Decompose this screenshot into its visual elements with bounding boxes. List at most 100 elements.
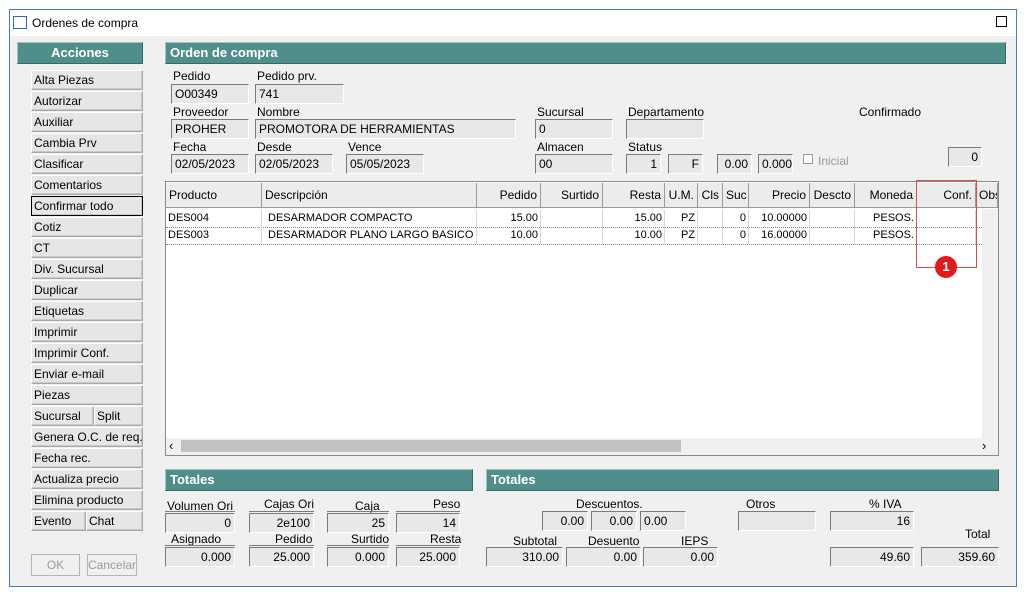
- desuento-field[interactable]: 0.00: [566, 547, 641, 567]
- column-header-um[interactable]: U.M.: [665, 183, 698, 208]
- cell-producto[interactable]: DES004: [166, 210, 262, 227]
- otros-field[interactable]: [738, 511, 816, 531]
- cell-suc[interactable]: 0: [723, 227, 749, 244]
- desde-field[interactable]: 02/05/2023: [255, 154, 333, 174]
- horizontal-scrollbar[interactable]: ‹ ›: [166, 438, 998, 455]
- status-number-field[interactable]: 1: [626, 154, 661, 174]
- scroll-thumb[interactable]: [181, 440, 681, 452]
- column-header-resta[interactable]: Resta: [603, 183, 665, 208]
- comentarios-button[interactable]: Comentarios: [31, 175, 143, 195]
- proveedor-field[interactable]: PROHER: [171, 119, 249, 139]
- cell-resta[interactable]: 15.00: [603, 210, 665, 227]
- cell-um[interactable]: PZ: [665, 210, 698, 227]
- peso-field[interactable]: 14: [396, 513, 460, 533]
- cell-precio[interactable]: 10.00000: [749, 210, 810, 227]
- chat-button[interactable]: Chat: [86, 511, 143, 531]
- column-header-cls[interactable]: Cls: [698, 183, 723, 208]
- fecha-field[interactable]: 02/05/2023: [171, 154, 249, 174]
- column-header-moneda[interactable]: Moneda: [855, 183, 917, 208]
- cell-surtido[interactable]: [541, 227, 603, 244]
- caja-field[interactable]: 25: [327, 513, 389, 533]
- pedido-field[interactable]: O00349: [171, 84, 249, 104]
- scroll-right-icon[interactable]: ›: [982, 438, 986, 453]
- cell-suc[interactable]: 0: [723, 210, 749, 227]
- value1-field[interactable]: 0.00: [717, 154, 752, 174]
- column-header-surtido[interactable]: Surtido: [541, 183, 603, 208]
- fecha-rec-button[interactable]: Fecha rec.: [31, 448, 143, 468]
- cell-descripcion[interactable]: DESARMADOR COMPACTO: [262, 210, 477, 227]
- cell-descto[interactable]: [810, 227, 855, 244]
- etiquetas-button[interactable]: Etiquetas: [31, 301, 143, 321]
- column-header-producto[interactable]: Producto: [166, 183, 262, 208]
- cell-resta[interactable]: 10.00: [603, 227, 665, 244]
- iva-amount-field[interactable]: 49.60: [830, 547, 914, 567]
- pedido-total-field[interactable]: 25.000: [249, 547, 314, 567]
- column-header-precio[interactable]: Precio: [749, 183, 810, 208]
- cambia-prv-button[interactable]: Cambia Prv: [31, 133, 143, 153]
- imprimir-conf-button[interactable]: Imprimir Conf.: [31, 343, 143, 363]
- cell-pedido[interactable]: 15.00: [477, 210, 541, 227]
- cell-cls[interactable]: [698, 210, 723, 227]
- cell-descripcion[interactable]: DESARMADOR PLANO LARGO BASICO: [262, 227, 477, 244]
- value2-field[interactable]: 0.000: [758, 154, 793, 174]
- total-field[interactable]: 359.60: [921, 547, 999, 567]
- vence-field[interactable]: 05/05/2023: [346, 154, 424, 174]
- status-code-field[interactable]: F: [668, 154, 703, 174]
- evento-button[interactable]: Evento: [31, 511, 86, 531]
- genera-oc-button[interactable]: Genera O.C. de req.: [31, 427, 143, 447]
- div-sucursal-button[interactable]: Div. Sucursal: [31, 259, 143, 279]
- vertical-scrollbar[interactable]: [982, 209, 998, 455]
- enviar-email-button[interactable]: Enviar e-mail: [31, 364, 143, 384]
- confirmar-todo-button[interactable]: Confirmar todo: [31, 196, 143, 216]
- cotiz-button[interactable]: Cotiz: [31, 217, 143, 237]
- volumen-field[interactable]: 0: [165, 513, 235, 533]
- autorizar-button[interactable]: Autorizar: [31, 91, 143, 111]
- actualiza-precio-button[interactable]: Actualiza precio: [31, 469, 143, 489]
- almacen-field[interactable]: 00: [535, 154, 613, 174]
- confirmado-counter-field[interactable]: 0: [948, 147, 982, 167]
- pedido-prv-field[interactable]: 741: [255, 84, 344, 104]
- inicial-checkbox[interactable]: [803, 154, 813, 164]
- sucursal-button[interactable]: Sucursal: [31, 406, 94, 426]
- cell-precio[interactable]: 16.00000: [749, 227, 810, 244]
- cell-cls[interactable]: [698, 227, 723, 244]
- cell-descto[interactable]: [810, 210, 855, 227]
- resta-total-field[interactable]: 25.000: [396, 547, 460, 567]
- cajas-ori-field[interactable]: 2e100: [249, 513, 314, 533]
- nombre-field[interactable]: PROMOTORA DE HERRAMIENTAS: [255, 119, 516, 139]
- clasificar-button[interactable]: Clasificar: [31, 154, 143, 174]
- column-header-descripcion[interactable]: Descripción: [262, 183, 477, 208]
- ct-button[interactable]: CT: [31, 238, 143, 258]
- column-header-obs[interactable]: Obs.: [976, 183, 998, 208]
- iva-field[interactable]: 16: [830, 511, 914, 531]
- descuento3-field[interactable]: 0.00: [640, 511, 686, 531]
- scroll-left-icon[interactable]: ‹: [169, 438, 173, 453]
- column-header-descto[interactable]: Descto: [810, 183, 855, 208]
- descuento1-field[interactable]: 0.00: [542, 511, 588, 531]
- cancelar-button[interactable]: Cancelar: [87, 554, 137, 576]
- asignado-field[interactable]: 0.000: [165, 547, 235, 567]
- departamento-field[interactable]: [626, 119, 704, 139]
- ok-button[interactable]: OK: [31, 554, 80, 576]
- split-button[interactable]: Split: [94, 406, 143, 426]
- piezas-button[interactable]: Piezas: [31, 385, 143, 405]
- subtotal-field[interactable]: 310.00: [486, 547, 563, 567]
- cell-pedido[interactable]: 10.00: [477, 227, 541, 244]
- cell-moneda[interactable]: PESOS.: [855, 210, 917, 227]
- alta-piezas-button[interactable]: Alta Piezas: [31, 70, 143, 90]
- ieps-field[interactable]: 0.00: [643, 547, 718, 567]
- column-header-suc[interactable]: Suc: [723, 183, 749, 208]
- duplicar-button[interactable]: Duplicar: [31, 280, 143, 300]
- auxiliar-button[interactable]: Auxiliar: [31, 112, 143, 132]
- cell-um[interactable]: PZ: [665, 227, 698, 244]
- descuento2-field[interactable]: 0.00: [591, 511, 637, 531]
- cell-producto[interactable]: DES003: [166, 227, 262, 244]
- sucursal-field[interactable]: 0: [535, 119, 613, 139]
- elimina-producto-button[interactable]: Elimina producto: [31, 490, 143, 510]
- surtido-total-field[interactable]: 0.000: [327, 547, 389, 567]
- imprimir-button[interactable]: Imprimir: [31, 322, 143, 342]
- column-header-pedido[interactable]: Pedido: [477, 183, 541, 208]
- cell-surtido[interactable]: [541, 210, 603, 227]
- maximize-icon[interactable]: [996, 16, 1007, 27]
- cell-moneda[interactable]: PESOS.: [855, 227, 917, 244]
